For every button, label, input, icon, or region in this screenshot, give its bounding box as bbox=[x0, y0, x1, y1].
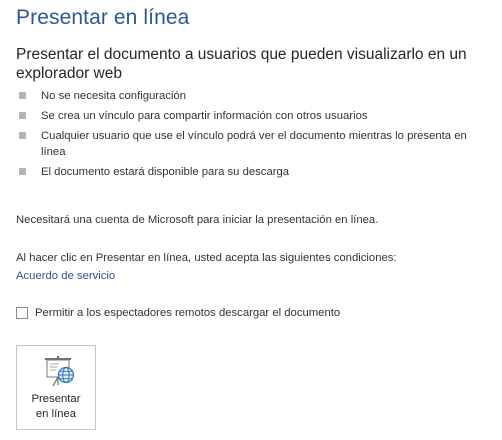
list-item-text: Se crea un vínculo para compartir inform… bbox=[41, 110, 368, 122]
list-item-text: No se necesita configuración bbox=[41, 90, 187, 102]
list-item-text: El documento estará disponible para su d… bbox=[41, 166, 290, 178]
allow-download-option[interactable]: Permitir a los espectadores remotos desc… bbox=[16, 307, 340, 319]
list-item: Se crea un vínculo para compartir inform… bbox=[18, 108, 494, 124]
present-online-icon bbox=[45, 356, 75, 387]
terms-note: Al hacer clic en Presentar en línea, ust… bbox=[16, 252, 397, 264]
allow-download-checkbox[interactable] bbox=[16, 307, 28, 319]
present-online-button[interactable]: Presentar en línea bbox=[16, 345, 96, 430]
list-item: Cualquier usuario que use el vínculo pod… bbox=[18, 128, 494, 160]
service-agreement-link[interactable]: Acuerdo de servicio bbox=[16, 268, 115, 284]
feature-list: No se necesita configuración Se crea un … bbox=[18, 88, 494, 184]
square-bullet-icon bbox=[19, 112, 26, 119]
allow-download-label[interactable]: Permitir a los espectadores remotos desc… bbox=[35, 307, 340, 319]
button-label-line2[interactable]: en línea bbox=[17, 407, 95, 422]
page-title: Presentar en línea bbox=[16, 6, 190, 29]
list-item: No se necesita configuración bbox=[18, 88, 494, 104]
square-bullet-icon bbox=[19, 168, 26, 175]
button-label-line1[interactable]: Presentar bbox=[17, 392, 95, 407]
list-item: El documento estará disponible para su d… bbox=[18, 164, 494, 180]
list-item-text: Cualquier usuario que use el vínculo pod… bbox=[41, 130, 467, 158]
square-bullet-icon bbox=[19, 92, 26, 99]
account-note: Necesitará una cuenta de Microsoft para … bbox=[16, 214, 379, 226]
page-subtitle: Presentar el documento a usuarios que pu… bbox=[16, 46, 467, 82]
square-bullet-icon bbox=[19, 132, 26, 139]
present-online-button-label[interactable]: Presentar en línea bbox=[17, 392, 95, 422]
